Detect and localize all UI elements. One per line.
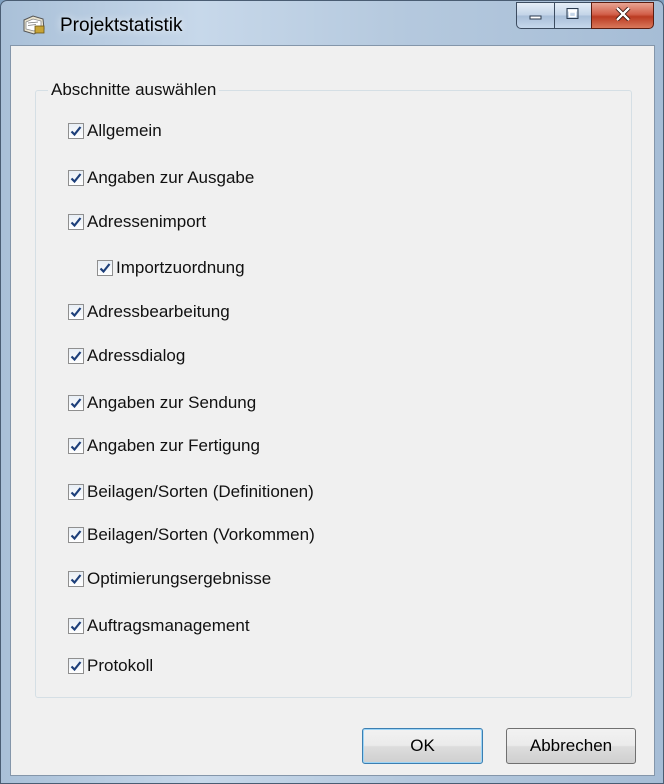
checkbox-row[interactable]: Beilagen/Sorten (Vorkommen) xyxy=(68,524,315,546)
checkbox[interactable] xyxy=(68,348,84,364)
checkbox-label: Optimierungsergebnisse xyxy=(87,569,272,588)
checkbox-label: Importzuordnung xyxy=(116,258,245,277)
checkbox-row[interactable]: Angaben zur Fertigung xyxy=(68,435,260,457)
checkmark-icon xyxy=(70,487,82,498)
checkbox-row[interactable]: Adressenimport xyxy=(68,211,206,233)
title-bar[interactable]: Projektstatistik xyxy=(1,1,663,45)
checkbox-label: Adressbearbeitung xyxy=(87,302,230,321)
checkmark-icon xyxy=(70,574,82,585)
checkbox-label: Adressdialog xyxy=(87,346,186,365)
checkbox[interactable] xyxy=(68,123,84,139)
checkbox[interactable] xyxy=(97,260,113,276)
checkmark-icon xyxy=(70,441,82,452)
checkbox-row[interactable]: Angaben zur Ausgabe xyxy=(68,167,254,189)
group-label: Abschnitte auswählen xyxy=(48,80,220,100)
checkmark-icon xyxy=(70,621,82,632)
checkbox-label: Angaben zur Fertigung xyxy=(87,436,260,455)
checkbox[interactable] xyxy=(68,618,84,634)
checkbox[interactable] xyxy=(68,658,84,674)
checkbox-row[interactable]: Angaben zur Sendung xyxy=(68,392,256,414)
checkbox-row[interactable]: Optimierungsergebnisse xyxy=(68,568,271,590)
checkbox[interactable] xyxy=(68,438,84,454)
dialog-window: Projektstatistik Abschnitte auswählen Al… xyxy=(0,0,664,784)
maximize-button[interactable] xyxy=(554,2,591,29)
window-title: Projektstatistik xyxy=(60,15,183,36)
caption-buttons xyxy=(516,2,654,30)
checkbox[interactable] xyxy=(68,571,84,587)
checkmark-icon xyxy=(70,126,82,137)
checkbox[interactable] xyxy=(68,395,84,411)
cancel-button[interactable]: Abbrechen xyxy=(506,728,636,764)
checkmark-icon xyxy=(70,217,82,228)
ok-button[interactable]: OK xyxy=(362,728,483,764)
maximize-icon xyxy=(565,6,581,26)
close-icon xyxy=(615,6,631,26)
checkbox-label: Beilagen/Sorten (Vorkommen) xyxy=(87,525,315,544)
checkmark-icon xyxy=(70,661,82,672)
checkbox-row[interactable]: Adressdialog xyxy=(68,345,185,367)
checkbox-label: Adressenimport xyxy=(87,212,207,231)
checkbox[interactable] xyxy=(68,527,84,543)
checkbox-label: Beilagen/Sorten (Definitionen) xyxy=(87,482,314,501)
checkmark-icon xyxy=(99,263,111,274)
checkbox-row[interactable]: Allgemein xyxy=(68,120,162,142)
checkbox-row[interactable]: Protokoll xyxy=(68,655,153,677)
minimize-icon xyxy=(528,6,544,26)
minimize-button[interactable] xyxy=(516,2,554,29)
checkbox-row[interactable]: Importzuordnung xyxy=(97,257,245,279)
checkbox[interactable] xyxy=(68,304,84,320)
checkmark-icon xyxy=(70,173,82,184)
checkbox-label: Allgemein xyxy=(87,121,162,140)
checkbox-row[interactable]: Adressbearbeitung xyxy=(68,301,230,323)
dialog-client-area: Abschnitte auswählen Allgemein Angaben zu… xyxy=(10,45,655,776)
checkmark-icon xyxy=(70,351,82,362)
checkbox-row[interactable]: Auftragsmanagement xyxy=(68,615,250,637)
project-statistics-icon xyxy=(21,14,47,36)
checkbox-label: Protokoll xyxy=(87,656,154,675)
checkmark-icon xyxy=(70,530,82,541)
checkbox-label: Angaben zur Sendung xyxy=(87,393,257,412)
checkmark-icon xyxy=(70,398,82,409)
checkbox[interactable] xyxy=(68,484,84,500)
close-button[interactable] xyxy=(591,2,654,29)
checkmark-icon xyxy=(70,307,82,318)
checkbox[interactable] xyxy=(68,214,84,230)
checkbox-row[interactable]: Beilagen/Sorten (Definitionen) xyxy=(68,481,314,503)
checkbox-label: Auftragsmanagement xyxy=(87,616,250,635)
checkbox[interactable] xyxy=(68,170,84,186)
checkbox-label: Angaben zur Ausgabe xyxy=(87,168,255,187)
